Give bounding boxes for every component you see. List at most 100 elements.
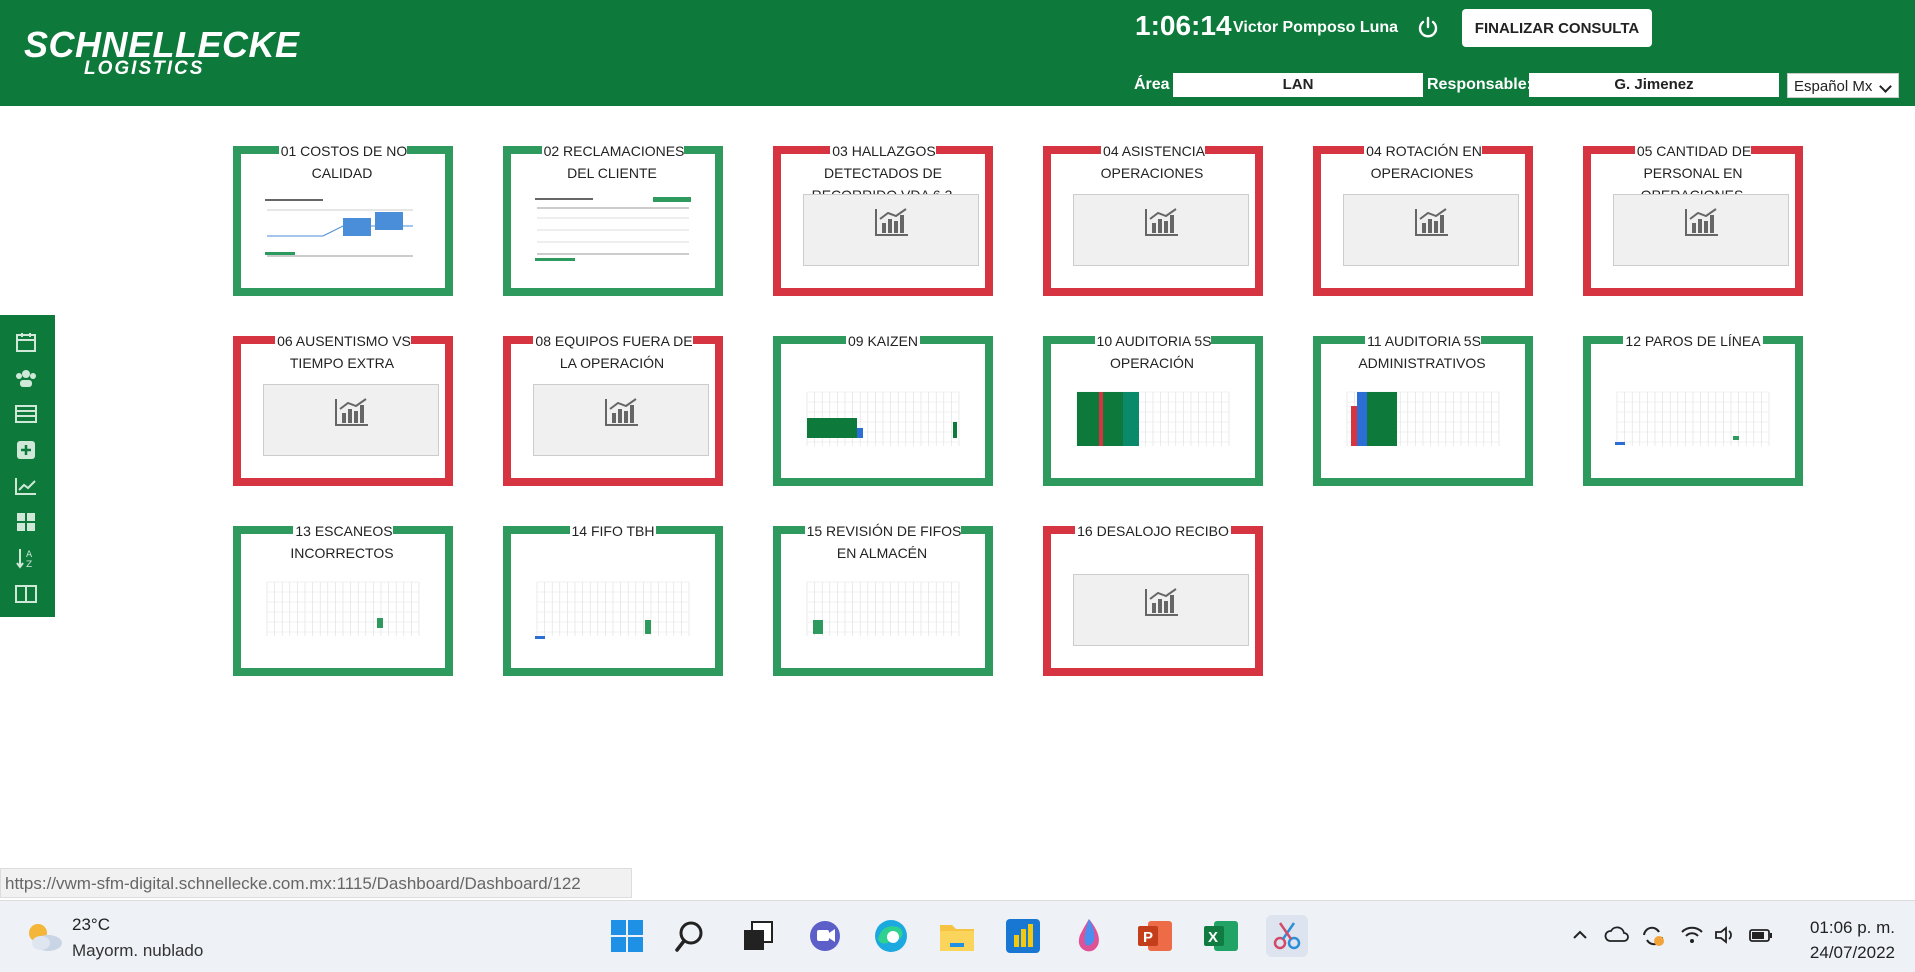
plus-square-icon[interactable] bbox=[12, 437, 40, 463]
kpi-tile[interactable]: 04 ASISTENCIA OPERACIONES bbox=[1043, 143, 1263, 296]
kpi-tile-title-text: 16 DESALOJO RECIBO bbox=[1075, 523, 1231, 539]
weather-cloud-icon[interactable] bbox=[24, 921, 64, 953]
language-select[interactable]: Español Mx bbox=[1787, 73, 1899, 98]
kpi-tile[interactable]: 08 EQUIPOS FUERA DE LA OPERACIÓN bbox=[503, 333, 723, 486]
list-icon[interactable] bbox=[12, 401, 40, 427]
no-chart-placeholder bbox=[1343, 194, 1519, 266]
chart-thumbnail bbox=[1613, 386, 1773, 452]
kpi-tile[interactable]: 15 REVISIÓN DE FIFOS EN ALMACÉN bbox=[773, 523, 993, 676]
kpi-tile[interactable]: 04 ROTACIÓN EN OPERACIONES bbox=[1313, 143, 1533, 296]
chart-thumbnail bbox=[263, 576, 423, 642]
kpi-tile-title: 09 KAIZEN bbox=[797, 330, 969, 352]
paint-app-icon[interactable] bbox=[1068, 915, 1110, 957]
wifi-icon[interactable] bbox=[1680, 925, 1704, 950]
chart-placeholder-icon bbox=[1144, 207, 1180, 242]
responsable-field[interactable]: G. Jimenez bbox=[1529, 73, 1779, 97]
onedrive-cloud-icon[interactable] bbox=[1604, 925, 1630, 950]
kpi-tile-title-text: 04 ASISTENCIA OPERACIONES bbox=[1100, 143, 1206, 181]
chevron-down-icon bbox=[1879, 80, 1892, 93]
kpi-tile[interactable]: 10 AUDITORIA 5S OPERACIÓN bbox=[1043, 333, 1263, 486]
file-explorer-icon[interactable] bbox=[936, 915, 978, 957]
left-sidebar: AZ bbox=[0, 315, 55, 617]
language-value: Español Mx bbox=[1794, 78, 1873, 95]
chart-thumbnail bbox=[533, 576, 693, 642]
chart-placeholder-icon bbox=[874, 207, 910, 242]
excel-icon[interactable]: X bbox=[1200, 915, 1242, 957]
kpi-tile[interactable]: 09 KAIZEN bbox=[773, 333, 993, 486]
kpi-tile-title: 12 PAROS DE LÍNEA bbox=[1607, 330, 1779, 352]
kpi-tile-title: 02 RECLAMACIONES DEL CLIENTE bbox=[527, 140, 699, 184]
taskbar-clock[interactable]: 01:06 p. m. 24/07/2022 bbox=[1810, 915, 1895, 965]
line-chart-icon[interactable] bbox=[12, 473, 40, 499]
power-bi-icon[interactable] bbox=[1002, 915, 1044, 957]
kpi-tile[interactable]: 12 PAROS DE LÍNEA bbox=[1583, 333, 1803, 486]
status-bar-url: https://vwm-sfm-digital.schnellecke.com.… bbox=[0, 868, 632, 898]
edge-browser-icon[interactable] bbox=[870, 915, 912, 957]
kpi-tile-title: 10 AUDITORIA 5S OPERACIÓN bbox=[1067, 330, 1239, 374]
user-name: Victor Pomposo Luna bbox=[1233, 19, 1399, 36]
weather-temperature[interactable]: 23°C bbox=[72, 915, 110, 935]
kpi-tile[interactable]: 02 RECLAMACIONES DEL CLIENTE bbox=[503, 143, 723, 296]
kpi-tile-title: 01 COSTOS DE NO CALIDAD bbox=[257, 140, 429, 184]
kpi-tile-title-text: 12 PAROS DE LÍNEA bbox=[1623, 333, 1763, 349]
svg-text:P: P bbox=[1143, 929, 1153, 946]
chart-placeholder-icon bbox=[1414, 207, 1450, 242]
kpi-tile[interactable]: 16 DESALOJO RECIBO bbox=[1043, 523, 1263, 676]
kpi-tile[interactable]: 14 FIFO TBH bbox=[503, 523, 723, 676]
schnellecke-logo: SCHNELLECKE LOGISTICS bbox=[14, 24, 299, 80]
volume-icon[interactable] bbox=[1714, 925, 1738, 950]
power-icon[interactable] bbox=[1414, 14, 1442, 42]
kpi-tile-title-text: 06 AUSENTISMO VS TIEMPO EXTRA bbox=[275, 333, 411, 371]
users-icon[interactable] bbox=[12, 365, 40, 391]
chart-thumbnail bbox=[1073, 386, 1233, 452]
sort-az-icon[interactable]: AZ bbox=[12, 545, 40, 571]
chart-placeholder-icon bbox=[1144, 587, 1180, 622]
kpi-tile[interactable]: 01 COSTOS DE NO CALIDAD bbox=[233, 143, 453, 296]
kpi-tile[interactable]: 03 HALLAZGOS DETECTADOS DE RECORRIDO VDA… bbox=[773, 143, 993, 296]
windows-start-icon[interactable] bbox=[606, 915, 648, 957]
chart-placeholder-icon bbox=[1684, 207, 1720, 242]
kpi-tile[interactable]: 13 ESCANEOS INCORRECTOS bbox=[233, 523, 453, 676]
kpi-tile-title: 13 ESCANEOS INCORRECTOS bbox=[257, 520, 429, 564]
kpi-tile[interactable]: 05 CANTIDAD DE PERSONAL EN OPERACIONES bbox=[1583, 143, 1803, 296]
weather-description[interactable]: Mayorm. nublado bbox=[72, 941, 203, 961]
kpi-tile-title-text: 15 REVISIÓN DE FIFOS EN ALMACÉN bbox=[804, 523, 962, 561]
search-icon[interactable] bbox=[672, 915, 714, 957]
teams-chat-icon[interactable] bbox=[804, 915, 846, 957]
no-chart-placeholder bbox=[533, 384, 709, 456]
kpi-tile-title-text: 10 AUDITORIA 5S OPERACIÓN bbox=[1094, 333, 1212, 371]
kpi-tile[interactable]: 11 AUDITORIA 5S ADMINISTRATIVOS bbox=[1313, 333, 1533, 486]
kpi-tile-title: 06 AUSENTISMO VS TIEMPO EXTRA bbox=[257, 330, 429, 374]
area-label: Área bbox=[1134, 76, 1170, 93]
chart-placeholder-icon bbox=[334, 397, 370, 432]
sync-status-icon[interactable] bbox=[1640, 925, 1666, 952]
logo-text-sub: LOGISTICS bbox=[84, 58, 205, 79]
svg-text:A: A bbox=[26, 550, 33, 560]
battery-icon[interactable] bbox=[1748, 925, 1774, 950]
chart-thumbnail bbox=[263, 196, 423, 262]
session-clock: 1:06:14 bbox=[1135, 10, 1232, 41]
no-chart-placeholder bbox=[263, 384, 439, 456]
kpi-tile-title-text: 14 FIFO TBH bbox=[569, 523, 657, 539]
grid-icon[interactable] bbox=[12, 509, 40, 535]
no-chart-placeholder bbox=[1073, 574, 1249, 646]
kpi-tile[interactable]: 06 AUSENTISMO VS TIEMPO EXTRA bbox=[233, 333, 453, 486]
kpi-tile-title: 04 ROTACIÓN EN OPERACIONES bbox=[1337, 140, 1509, 184]
powerpoint-icon[interactable]: P bbox=[1134, 915, 1176, 957]
windows-taskbar: 23°C Mayorm. nublado P X 01:06 p. m. 24/… bbox=[0, 900, 1915, 972]
calendar-icon[interactable] bbox=[12, 329, 40, 355]
chevron-up-icon[interactable] bbox=[1570, 925, 1590, 950]
kpi-tile-title: 04 ASISTENCIA OPERACIONES bbox=[1067, 140, 1239, 184]
no-chart-placeholder bbox=[803, 194, 979, 266]
top-header: SCHNELLECKE LOGISTICS 1:06:14 Victor Pom… bbox=[0, 0, 1915, 106]
chart-thumbnail bbox=[533, 196, 693, 262]
kpi-tile-title-text: 01 COSTOS DE NO CALIDAD bbox=[278, 143, 408, 181]
area-field[interactable]: LAN bbox=[1173, 73, 1423, 97]
chart-thumbnail bbox=[803, 576, 963, 642]
end-session-button[interactable]: FINALIZAR CONSULTA bbox=[1462, 9, 1652, 47]
snipping-tool-icon[interactable] bbox=[1266, 915, 1308, 957]
columns-icon[interactable] bbox=[12, 581, 40, 607]
chart-thumbnail bbox=[803, 386, 963, 452]
responsable-label: Responsable: bbox=[1427, 76, 1532, 93]
task-view-icon[interactable] bbox=[738, 915, 780, 957]
